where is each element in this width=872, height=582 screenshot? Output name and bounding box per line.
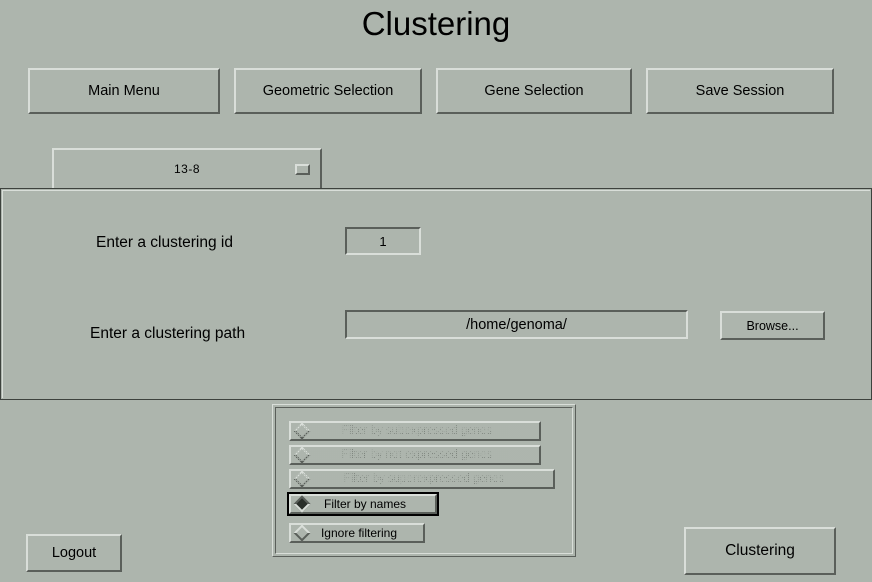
filter-option-not-expressed-label: Filter by not expressed genes (291, 449, 539, 461)
clustering-path-label: Enter a clustering path (90, 325, 246, 342)
filter-option-superexpressed-label: Filter by superexpressed genes (291, 473, 553, 485)
option-menu-indicator-icon (295, 164, 310, 175)
filter-option-ignore-filtering-label: Ignore filtering (320, 526, 398, 540)
save-session-button-label: Save Session (695, 83, 785, 99)
main-menu-button[interactable]: Main Menu (28, 68, 220, 114)
clustering-id-label: Enter a clustering id (96, 234, 233, 251)
browse-button-label: Browse... (746, 318, 799, 333)
gene-selection-button[interactable]: Gene Selection (436, 68, 632, 114)
clustering-id-input[interactable]: 1 (345, 227, 421, 255)
filter-option-not-expressed[interactable]: Filter by not expressed genes (289, 445, 541, 465)
filter-option-subexpressed[interactable]: Filter by subexpressed genes (289, 421, 541, 441)
filter-option-ignore-filtering[interactable]: Ignore filtering (289, 523, 425, 543)
clustering-action-button-label: Clustering (725, 542, 795, 559)
clustering-form-panel (0, 188, 872, 400)
top-navigation-bar: Main Menu Geometric Selection Gene Selec… (0, 68, 872, 116)
session-option-menu-value: 13-8 (173, 162, 201, 176)
clustering-id-value: 1 (379, 233, 387, 249)
geometric-selection-button-label: Geometric Selection (262, 83, 394, 99)
filter-options-group: Filter by subexpressed genes Filter by n… (272, 404, 576, 557)
page-title: Clustering (361, 5, 511, 42)
filter-option-by-names[interactable]: Filter by names (287, 492, 439, 516)
save-session-button[interactable]: Save Session (646, 68, 834, 114)
browse-button[interactable]: Browse... (720, 311, 825, 340)
filter-option-superexpressed[interactable]: Filter by superexpressed genes (289, 469, 555, 489)
logout-button-label: Logout (51, 545, 97, 561)
gene-selection-button-label: Gene Selection (484, 83, 584, 99)
clustering-action-button[interactable]: Clustering (684, 527, 836, 575)
clustering-path-input[interactable]: /home/genoma/ (345, 310, 688, 339)
session-option-menu[interactable]: 13-8 (52, 148, 322, 190)
filter-option-by-names-label: Filter by names (323, 497, 407, 511)
filter-option-subexpressed-label: Filter by subexpressed genes (291, 425, 539, 437)
geometric-selection-button[interactable]: Geometric Selection (234, 68, 422, 114)
logout-button[interactable]: Logout (26, 534, 122, 572)
main-menu-button-label: Main Menu (88, 83, 160, 99)
clustering-path-value: /home/genoma/ (466, 316, 567, 333)
